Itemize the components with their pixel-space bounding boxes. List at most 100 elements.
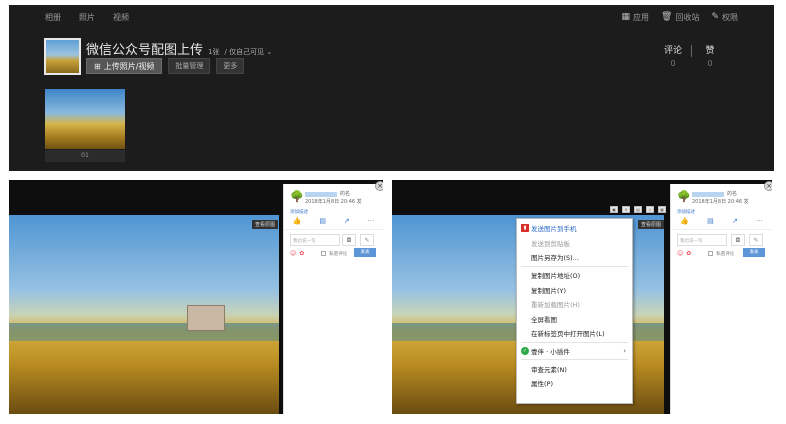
chevron-down-icon: ⌄: [266, 48, 273, 56]
comment-icon[interactable]: ▤: [319, 217, 326, 225]
yiban-icon: ✓: [521, 346, 529, 355]
blurred-username: [305, 191, 337, 197]
camera-icon[interactable]: ◘: [731, 234, 745, 246]
nav-albums[interactable]: 相册: [45, 12, 61, 23]
album-cover[interactable]: [44, 38, 81, 75]
apps-button[interactable]: ▦ 应用: [622, 12, 650, 23]
toolbar-icon[interactable]: ▣: [610, 206, 618, 213]
menu-separator: [521, 265, 628, 267]
edit-icon: ✎: [711, 12, 719, 22]
comments-stat[interactable]: 评论 0: [655, 43, 691, 68]
gift-icon[interactable]: ✿: [686, 250, 691, 257]
album-panel: 相册 照片 视频 ▦ 应用 🗑 回收站 ✎ 权限 微信公众号配图上传 1张 / 仅自己…: [9, 5, 774, 171]
menu-item[interactable]: 在新标签页中打开图片(L): [517, 326, 632, 341]
menu-item[interactable]: 全屏看图: [517, 312, 632, 327]
gift-icon[interactable]: ✿: [299, 250, 304, 257]
menu-item[interactable]: 复制图片地址(O): [517, 268, 632, 283]
photo-sidebar: × 🌳 的名 2018年1月8日 20:46 发 添加描述 👍 ▤ ↗ ··· …: [283, 181, 383, 414]
trash-icon: 🗑: [661, 12, 673, 22]
blurred-username: [692, 191, 724, 197]
share-icon[interactable]: ↗: [344, 217, 350, 225]
toolbar-icon[interactable]: ◇: [646, 206, 654, 213]
add-description-link[interactable]: 添加描述: [290, 209, 308, 215]
toolbar-icon[interactable]: ▦: [658, 206, 666, 213]
at-icon[interactable]: ✎: [749, 234, 763, 246]
send-button[interactable]: 发表: [743, 248, 765, 257]
photo-actions: 👍 ▤ ↗ ···: [671, 217, 772, 230]
phone-icon: ▮: [521, 224, 529, 232]
toolbar-icon[interactable]: ✕: [622, 206, 630, 213]
user-header: 🌳 的名 2018年1月8日 20:46 发: [290, 190, 362, 205]
menu-item[interactable]: 审查元素(N): [517, 361, 632, 376]
mountain-band: [9, 323, 279, 341]
view-original-tag[interactable]: 查看原图: [638, 220, 665, 229]
nav-videos[interactable]: 视频: [113, 12, 129, 23]
camera-icon[interactable]: ◘: [342, 234, 356, 246]
top-actions: ▦ 应用 🗑 回收站 ✎ 权限: [622, 12, 739, 23]
emoji-icon[interactable]: ☺: [290, 250, 296, 257]
visibility-dropdown[interactable]: / 仅自己可见 ⌄: [224, 47, 272, 57]
album-title: 微信公众号配图上传: [86, 43, 204, 58]
toolbar-icon[interactable]: ▤: [634, 206, 642, 213]
photo-viewer-left: 查看原图 × 🌳 的名 2018年1月8日 20:46 发 添加描述 👍 ▤ ↗…: [9, 180, 383, 414]
more-icon[interactable]: ···: [367, 217, 374, 225]
close-icon[interactable]: ×: [764, 181, 772, 191]
photo-image[interactable]: [9, 215, 279, 414]
comment-options: ☺ ✿ 私密评论: [677, 250, 735, 257]
photo-viewer-right: 查看原图 ▣ ✕ ▤ ◇ ▦ × 🌳 的名 2018年1月8日 20:46 发 …: [392, 180, 772, 414]
like-icon[interactable]: 👍: [293, 217, 302, 225]
permission-button[interactable]: ✎ 权限: [711, 12, 738, 23]
more-icon[interactable]: ···: [756, 217, 763, 225]
menu-item[interactable]: 图片另存为(S)...: [517, 250, 632, 265]
menu-separator: [521, 359, 628, 361]
album-header: 微信公众号配图上传 1张 / 仅自己可见 ⌄: [86, 39, 272, 58]
user-header: 🌳 的名 2018年1月8日 20:46 发: [677, 190, 749, 205]
menu-item: 发送到剪贴板: [531, 239, 570, 248]
nav-photos[interactable]: 照片: [79, 12, 95, 23]
at-icon[interactable]: ✎: [360, 234, 374, 246]
close-icon[interactable]: ×: [375, 181, 383, 191]
upload-icon: ⊞: [94, 61, 101, 71]
private-checkbox[interactable]: [708, 251, 714, 256]
context-menu: ▮ 发送图片到手机发送到剪贴板图片另存为(S)... 复制图片地址(O) 复制图片(Y…: [516, 218, 633, 404]
more-button[interactable]: 更多: [216, 58, 245, 74]
view-original-tag[interactable]: 查看原图: [252, 220, 279, 229]
album-stats: 评论 0 赞0: [655, 43, 728, 68]
add-description-link[interactable]: 添加描述: [677, 209, 695, 215]
comment-icon[interactable]: ▤: [707, 217, 714, 225]
upload-button[interactable]: ⊞ 上传照片/视频: [86, 58, 163, 74]
menu-item[interactable]: ▮ 发送图片到手机: [517, 221, 632, 236]
avatar[interactable]: 🌳: [290, 190, 304, 204]
comment-options: ☺ ✿ 私密评论: [290, 250, 348, 257]
like-icon[interactable]: 👍: [680, 217, 689, 225]
screenshot-root: 相册 照片 视频 ▦ 应用 🗑 回收站 ✎ 权限 微信公众号配图上传 1张 / 仅自己…: [0, 0, 786, 424]
thumbnail-caption: 01: [45, 150, 125, 162]
recycle-button[interactable]: 🗑 回收站: [661, 12, 699, 23]
avatar[interactable]: 🌳: [677, 190, 691, 204]
comment-input[interactable]: 我也说一句: [290, 234, 340, 246]
send-button[interactable]: 发表: [354, 248, 376, 257]
chevron-right-icon: ›: [623, 347, 626, 356]
image-toolbar: ▣ ✕ ▤ ◇ ▦: [610, 206, 666, 213]
photo-thumbnail[interactable]: [45, 89, 125, 149]
menu-item[interactable]: 属性(P): [517, 376, 632, 391]
album-actions: ⊞ 上传照片/视频 批量管理 更多: [86, 58, 245, 74]
emoji-icon[interactable]: ☺: [677, 250, 683, 257]
comment-input[interactable]: 我也说一句: [677, 234, 727, 246]
menu-item[interactable]: ✓ 壹伴 · 小插件 ›: [517, 344, 632, 359]
private-checkbox[interactable]: [321, 251, 327, 256]
menu-separator: [521, 341, 628, 343]
grid-icon: ▦: [621, 12, 631, 22]
photo-actions: 👍 ▤ ↗ ···: [284, 217, 383, 230]
house-shape: [187, 305, 225, 331]
batch-manage-button[interactable]: 批量管理: [168, 58, 211, 74]
photo-count: 1张: [208, 48, 220, 56]
photo-sidebar: × 🌳 的名 2018年1月8日 20:46 发 添加描述 👍 ▤ ↗ ··· …: [670, 181, 772, 414]
likes-stat[interactable]: 赞0: [692, 43, 728, 68]
share-icon[interactable]: ↗: [732, 217, 738, 225]
menu-item: 重新加载图片(H): [531, 301, 580, 310]
top-nav: 相册 照片 视频: [45, 12, 129, 23]
post-date: 2018年1月8日 20:46 发: [692, 199, 749, 205]
post-date: 2018年1月8日 20:46 发: [305, 199, 362, 205]
menu-item[interactable]: 复制图片(Y): [517, 282, 632, 297]
